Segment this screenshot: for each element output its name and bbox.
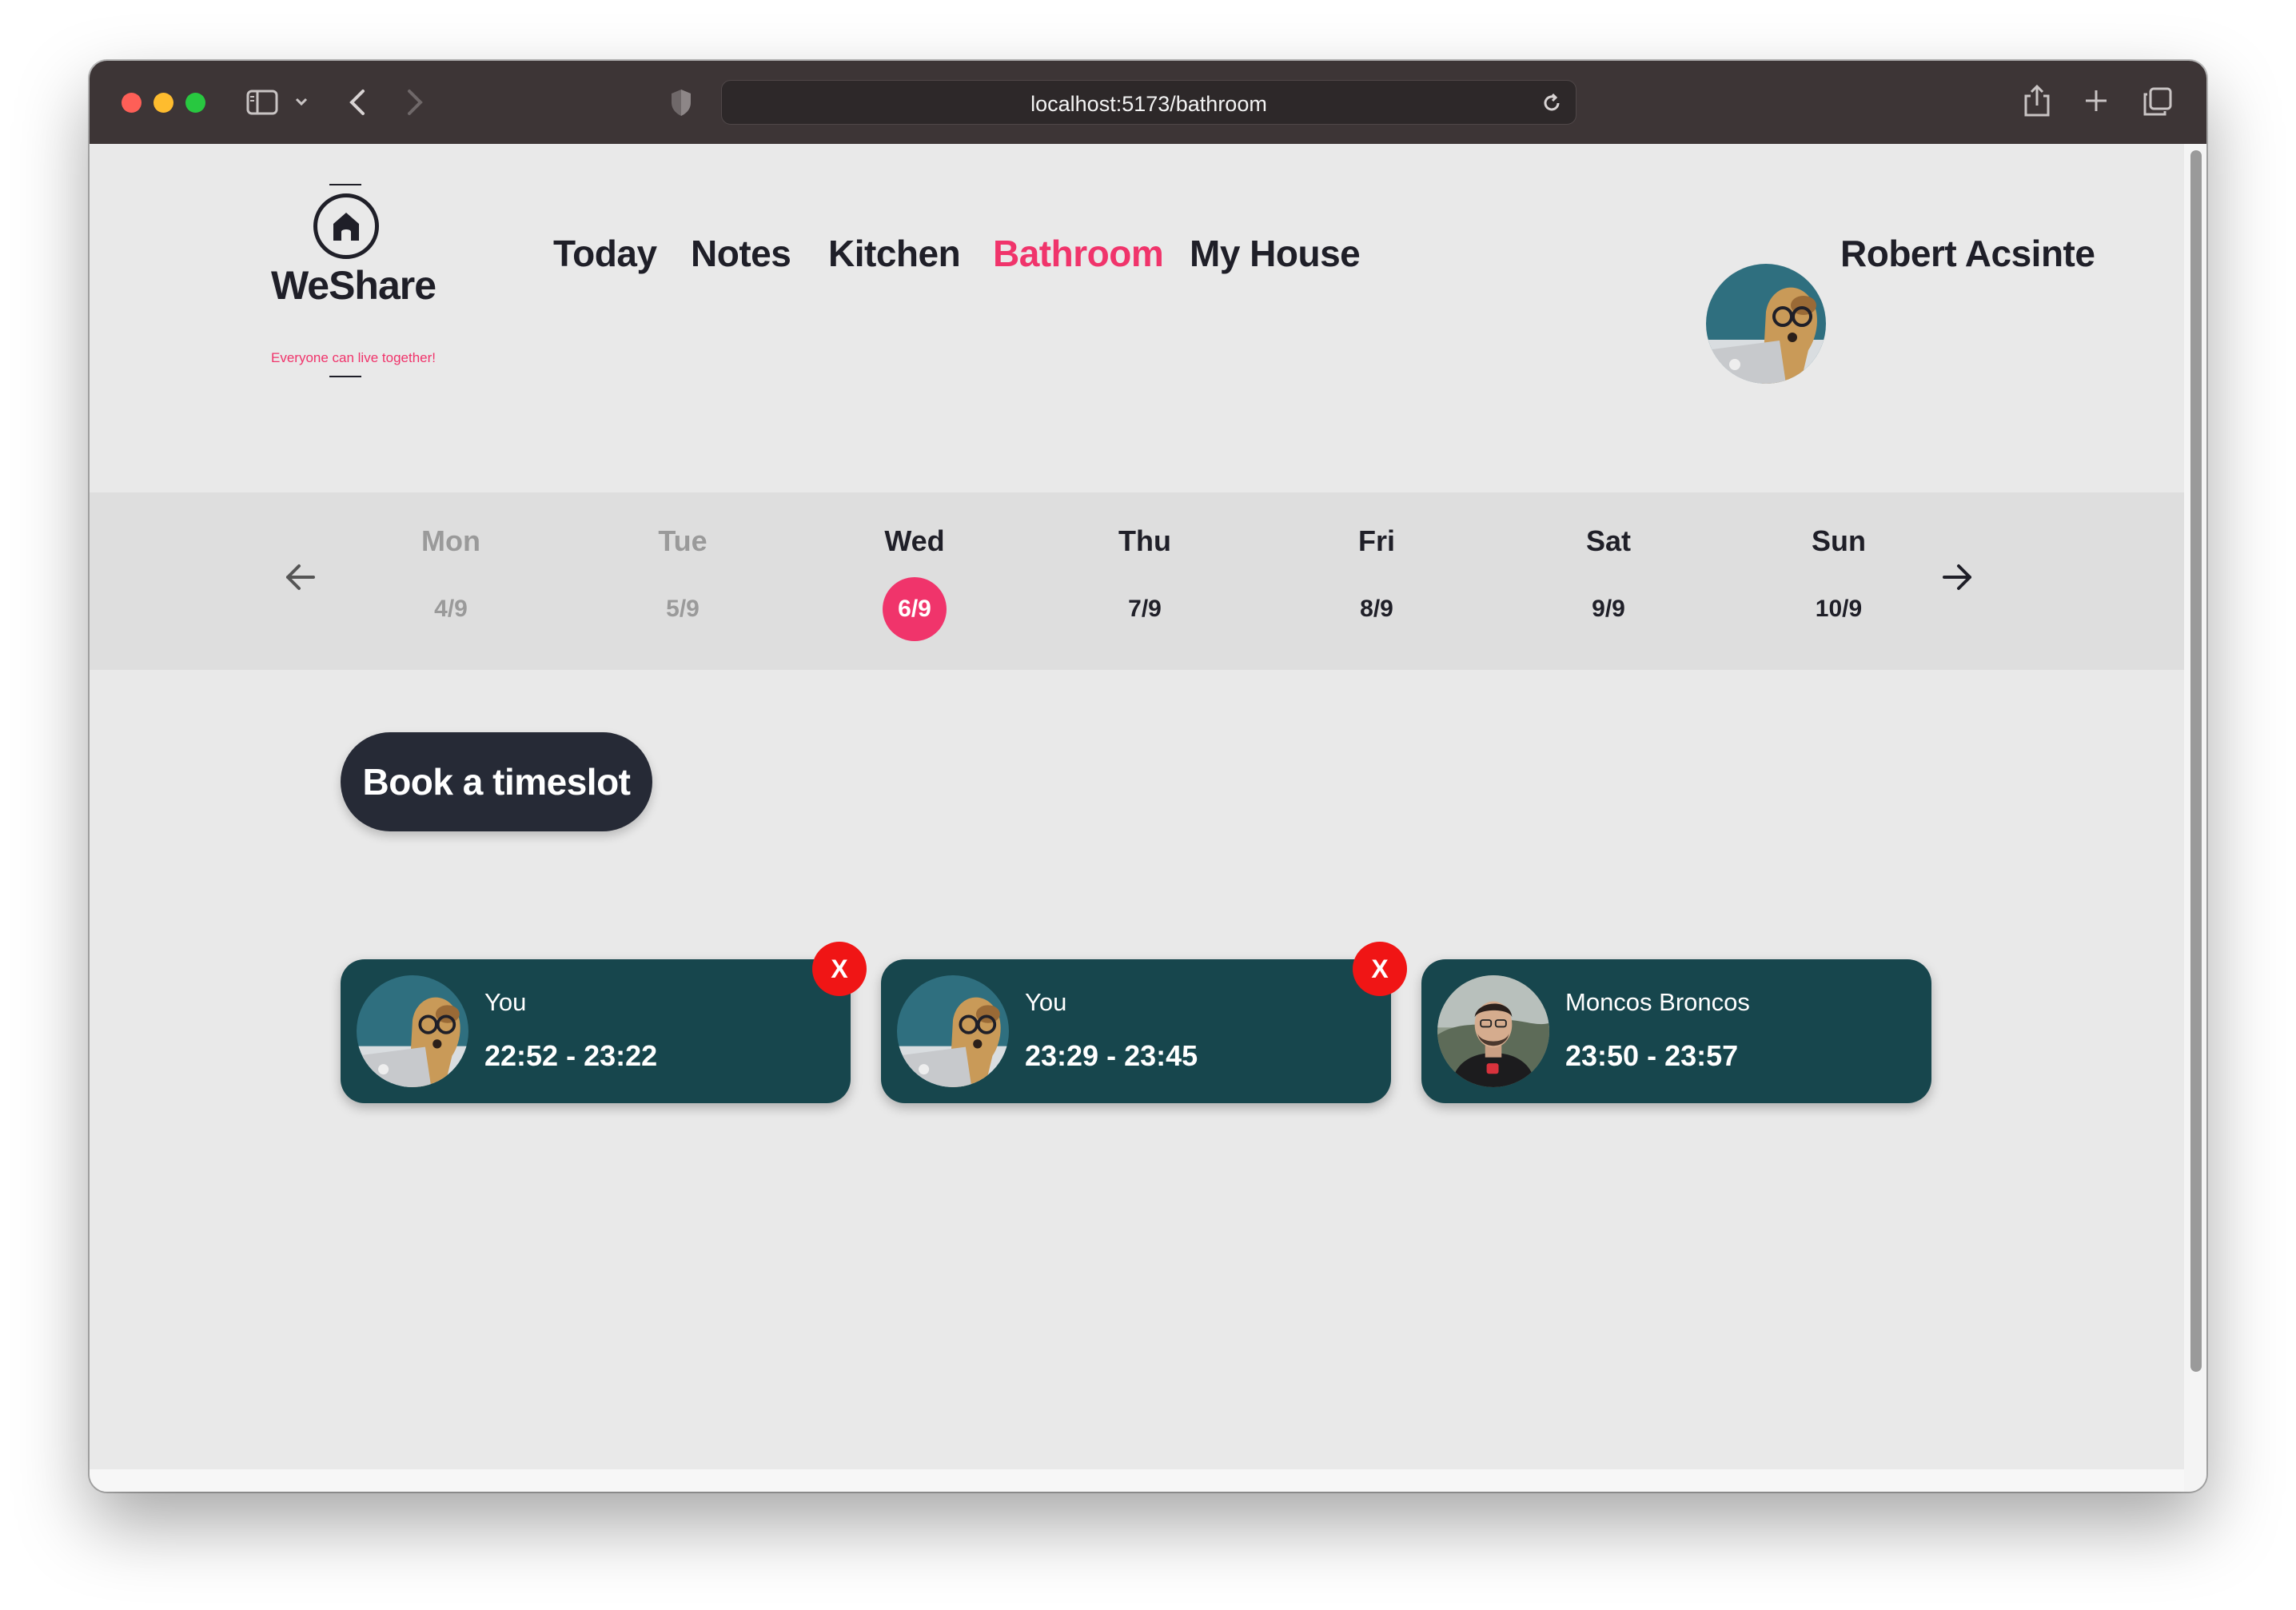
- url-text: localhost:5173/bathroom: [1030, 92, 1267, 116]
- day-name: Tue: [658, 524, 708, 557]
- nav-bathroom[interactable]: Bathroom: [993, 232, 1164, 275]
- day-name: Sat: [1585, 524, 1632, 557]
- nav-my-house[interactable]: My House: [1190, 232, 1361, 275]
- day-date: 5/9: [666, 596, 700, 622]
- minimize-window-button[interactable]: [153, 93, 173, 113]
- maximize-window-button[interactable]: [185, 93, 205, 113]
- new-tab-icon[interactable]: [2083, 88, 2109, 114]
- dog-avatar: [897, 975, 1009, 1087]
- share-icon[interactable]: [2023, 83, 2051, 118]
- dog-avatar: [357, 975, 468, 1087]
- browser-window: localhost:5173/bathroom WeShare Everyone…: [90, 61, 2206, 1492]
- privacy-shield-icon[interactable]: [668, 86, 694, 118]
- day-date: 10/9: [1815, 596, 1863, 622]
- day-sun[interactable]: Sun 10/9: [1759, 524, 1919, 641]
- scrollbar-thumb[interactable]: [2190, 150, 2202, 1372]
- booking-card: Moncos Broncos 23:50 - 23:57: [1421, 959, 1931, 1103]
- remove-booking-button[interactable]: X: [1353, 942, 1407, 996]
- forward-icon[interactable]: [405, 86, 425, 118]
- day-wed[interactable]: Wed 6/9: [835, 524, 995, 641]
- close-window-button[interactable]: [122, 93, 142, 113]
- logo-divider: [329, 376, 361, 377]
- booking-time: 22:52 - 23:22: [484, 1039, 658, 1072]
- man-portrait-avatar: [1437, 975, 1549, 1087]
- user-avatar[interactable]: [1706, 264, 1826, 384]
- day-date: 6/9: [883, 577, 947, 641]
- address-bar[interactable]: localhost:5173/bathroom: [721, 80, 1577, 125]
- house-icon: [313, 193, 379, 259]
- day-name: Thu: [1118, 524, 1171, 557]
- nav-kitchen[interactable]: Kitchen: [828, 232, 961, 275]
- reload-icon[interactable]: [1541, 92, 1563, 114]
- day-date: 4/9: [434, 596, 468, 622]
- remove-booking-button[interactable]: X: [812, 942, 867, 996]
- day-name: Mon: [421, 524, 480, 557]
- booking-card: You 23:29 - 23:45 X: [881, 942, 1407, 1103]
- page-content: WeShare Everyone can live together! Toda…: [90, 144, 2184, 1469]
- tab-overview-icon[interactable]: [2143, 86, 2173, 117]
- booking-user: You: [484, 988, 527, 1016]
- nav-today[interactable]: Today: [553, 232, 657, 275]
- arrow-left-icon[interactable]: [277, 553, 325, 601]
- day-name: Fri: [1357, 524, 1395, 557]
- day-date: 8/9: [1360, 596, 1393, 622]
- booking-user: Moncos Broncos: [1565, 988, 1750, 1016]
- logo-divider: [329, 184, 361, 185]
- day-name: Wed: [884, 524, 945, 557]
- day-sat[interactable]: Sat 9/9: [1529, 524, 1688, 641]
- sidebar-toggle-icon[interactable]: [246, 90, 278, 115]
- day-date: 7/9: [1128, 596, 1162, 622]
- day-fri[interactable]: Fri 8/9: [1297, 524, 1457, 641]
- arrow-right-icon[interactable]: [1933, 553, 1981, 601]
- day-name: Sun: [1812, 524, 1866, 557]
- booking-time: 23:29 - 23:45: [1025, 1039, 1198, 1072]
- book-timeslot-button[interactable]: Book a timeslot: [341, 732, 652, 831]
- nav-notes[interactable]: Notes: [691, 232, 791, 275]
- browser-toolbar: localhost:5173/bathroom: [90, 61, 2206, 144]
- logo-tagline: Everyone can live together!: [270, 350, 436, 365]
- day-date: 9/9: [1592, 596, 1625, 622]
- window-bottom-edge: [90, 1469, 2184, 1492]
- booking-time: 23:50 - 23:57: [1565, 1039, 1739, 1072]
- booking-user: You: [1025, 988, 1067, 1016]
- back-icon[interactable]: [347, 86, 368, 118]
- week-selector: Mon 4/9 Tue 5/9 Wed 6/9 Thu 7/9 Fri 8/9 …: [90, 492, 2184, 670]
- day-mon[interactable]: Mon 4/9: [371, 524, 531, 641]
- chevron-down-icon[interactable]: [294, 96, 309, 107]
- logo-name: WeShare: [270, 263, 436, 308]
- day-tue[interactable]: Tue 5/9: [603, 524, 763, 641]
- booking-card: You 22:52 - 23:22 X: [341, 942, 867, 1103]
- user-name[interactable]: Robert Acsinte: [1840, 232, 2095, 275]
- day-thu[interactable]: Thu 7/9: [1065, 524, 1225, 641]
